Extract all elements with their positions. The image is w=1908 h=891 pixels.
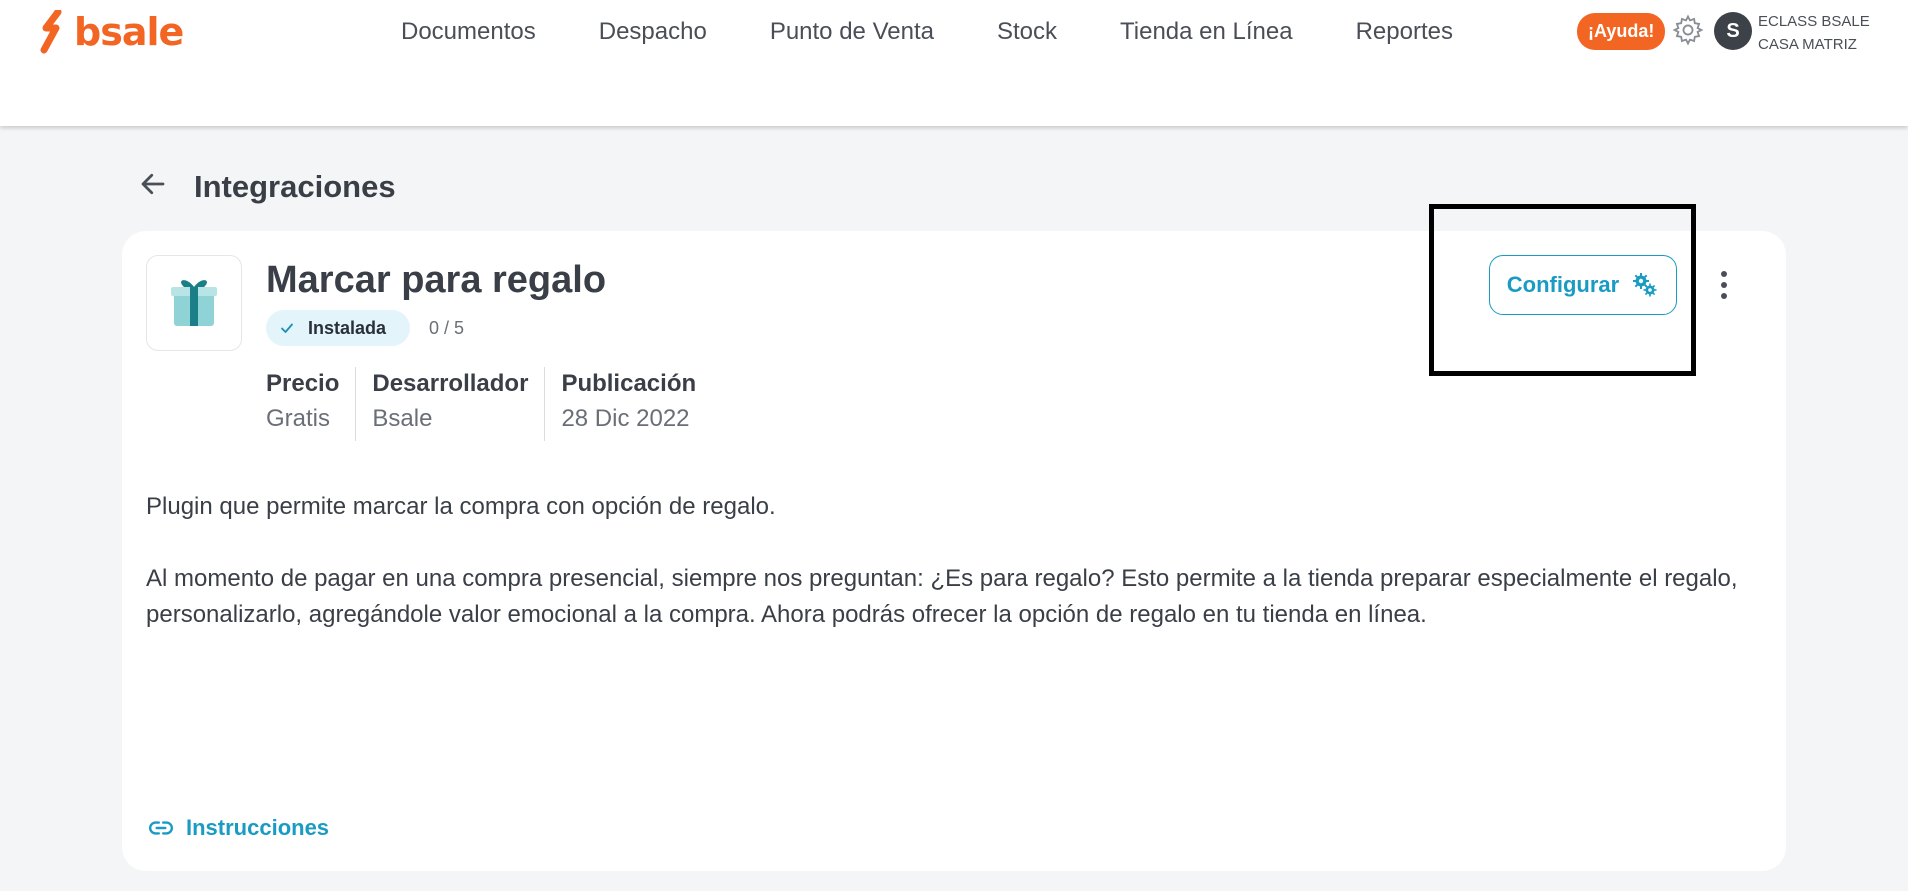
highlight-rectangle bbox=[1429, 204, 1696, 376]
meta-developer: Desarrollador Bsale bbox=[355, 367, 544, 441]
main-nav: Documentos Despacho Punto de Venta Stock… bbox=[401, 14, 1516, 50]
bsale-logo[interactable]: bsale bbox=[38, 10, 184, 54]
account-info[interactable]: ECLASS BSALE CASA MATRIZ bbox=[1758, 10, 1870, 56]
logo-text: bsale bbox=[74, 10, 184, 54]
nav-item-documentos[interactable]: Documentos bbox=[401, 14, 536, 50]
check-icon bbox=[281, 323, 293, 333]
account-branch: CASA MATRIZ bbox=[1758, 36, 1857, 53]
nav-item-despacho[interactable]: Despacho bbox=[599, 14, 707, 50]
meta-value: Gratis bbox=[266, 405, 331, 432]
gift-icon bbox=[171, 280, 217, 326]
top-navigation-bar: bsale Documentos Despacho Punto de Venta… bbox=[0, 0, 1908, 126]
meta-label: Desarrollador bbox=[372, 370, 529, 397]
meta-label: Precio bbox=[266, 370, 340, 397]
account-name: ECLASS BSALE bbox=[1758, 13, 1870, 30]
app-metadata: Precio Gratis Desarrollador Bsale Public… bbox=[266, 367, 712, 441]
meta-publication: Publicación 28 Dic 2022 bbox=[544, 367, 712, 441]
nav-item-tienda-en-linea[interactable]: Tienda en Línea bbox=[1120, 14, 1293, 50]
help-button[interactable]: ¡Ayuda! bbox=[1577, 13, 1666, 50]
instructions-label: Instrucciones bbox=[186, 815, 330, 840]
rating-value: 0 / 5 bbox=[429, 318, 465, 338]
arrow-left-icon[interactable] bbox=[138, 169, 168, 199]
bsale-logo-icon bbox=[40, 10, 62, 54]
app-icon bbox=[146, 255, 242, 351]
link-icon bbox=[149, 821, 173, 835]
app-description: Plugin que permite marcar la compra con … bbox=[146, 489, 1746, 633]
app-title: Marcar para regalo bbox=[266, 259, 607, 301]
description-paragraph: Al momento de pagar en una compra presen… bbox=[146, 565, 1738, 628]
avatar[interactable]: S bbox=[1714, 12, 1752, 50]
nav-item-stock[interactable]: Stock bbox=[997, 14, 1057, 50]
meta-value: 28 Dic 2022 bbox=[561, 405, 690, 432]
page-title: Integraciones bbox=[194, 169, 396, 204]
status-label: Instalada bbox=[308, 317, 387, 338]
meta-label: Publicación bbox=[561, 370, 697, 397]
nav-item-punto-de-venta[interactable]: Punto de Venta bbox=[770, 14, 934, 50]
meta-price: Precio Gratis bbox=[266, 367, 355, 441]
kebab-menu-icon[interactable] bbox=[1718, 269, 1730, 301]
description-paragraph: Plugin que permite marcar la compra con … bbox=[146, 493, 776, 520]
nav-item-reportes[interactable]: Reportes bbox=[1356, 14, 1453, 50]
instructions-link[interactable]: Instrucciones bbox=[148, 812, 329, 844]
status-badge: Instalada bbox=[266, 310, 411, 346]
meta-value: Bsale bbox=[372, 405, 433, 432]
gear-icon[interactable] bbox=[1671, 13, 1705, 47]
